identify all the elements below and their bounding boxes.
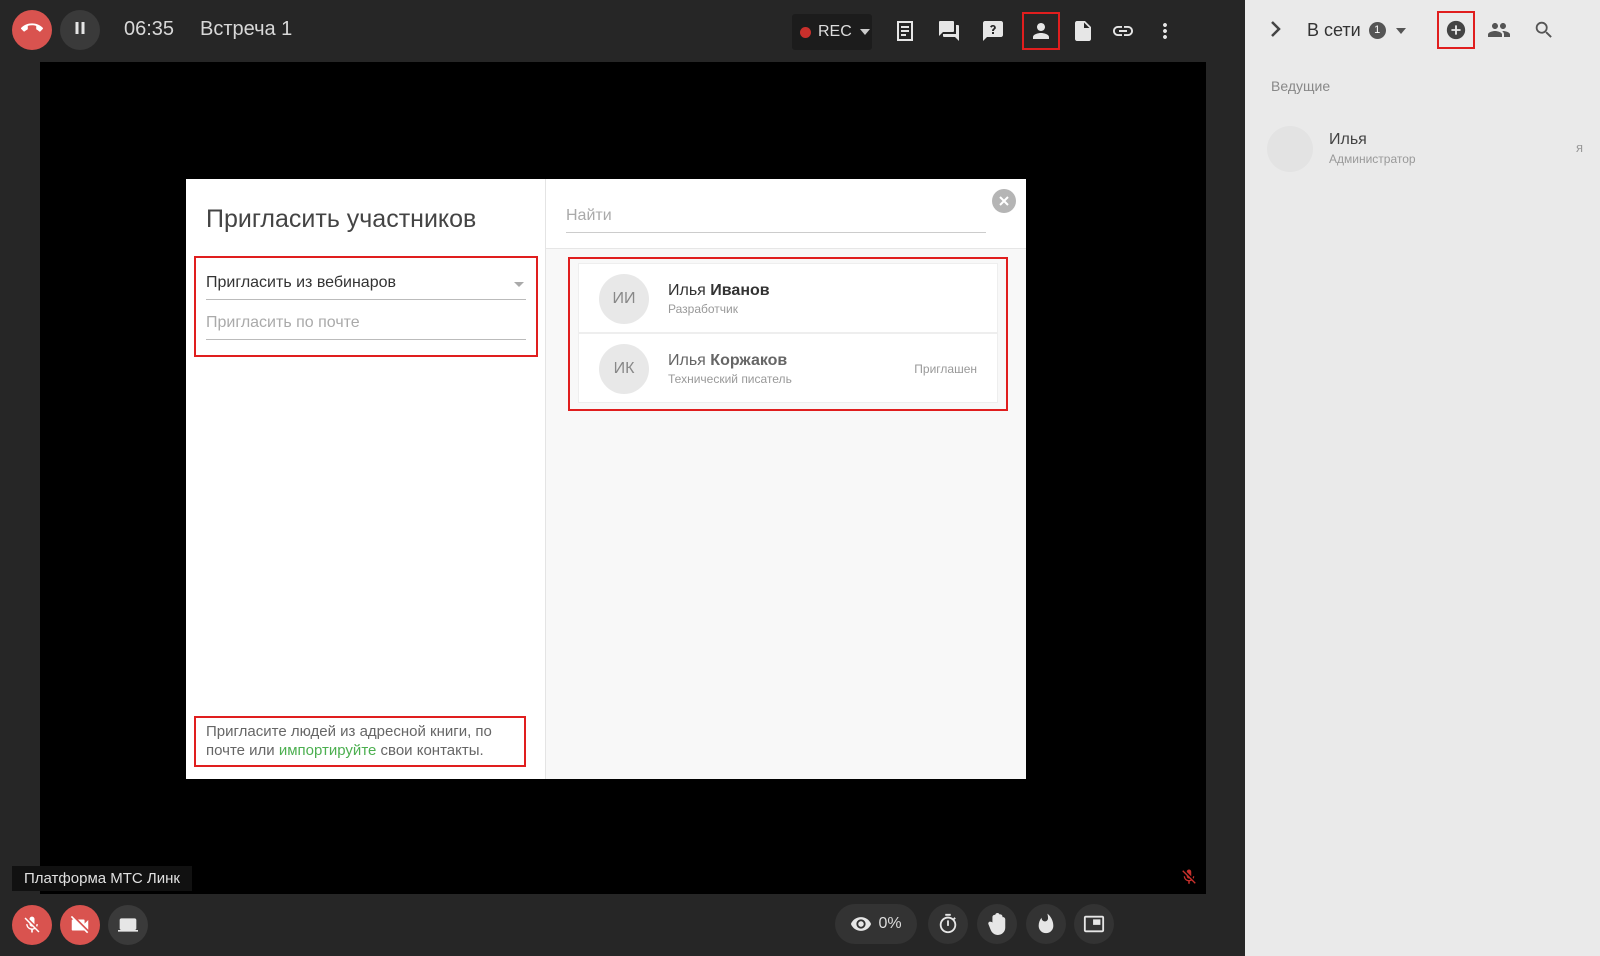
meeting-title: Встреча 1 (200, 18, 293, 40)
questions-button[interactable] (974, 12, 1012, 50)
people-icon (1488, 23, 1510, 37)
timer-button[interactable] (928, 904, 968, 944)
person-icon (1033, 23, 1049, 39)
files-button[interactable] (1064, 12, 1102, 50)
more-menu-button[interactable] (1146, 12, 1184, 50)
eye-icon (851, 917, 872, 931)
chevron-down-icon (859, 29, 870, 35)
import-contacts-link[interactable]: импортируйте (279, 742, 377, 759)
layout-button[interactable] (1074, 904, 1114, 944)
contact-last-name: Коржаков (710, 352, 788, 369)
invite-options-column: Пригласить участников Пригласить из веби… (186, 179, 546, 779)
agenda-button[interactable] (886, 12, 924, 50)
search-placeholder: Найти (566, 207, 612, 224)
question-icon (983, 21, 1003, 41)
plus-circle-icon (1446, 20, 1466, 40)
close-dialog-button[interactable] (992, 189, 1016, 213)
more-vertical-icon (1163, 23, 1167, 39)
muted-mic-icon (1180, 868, 1198, 891)
contact-last-name: Иванов (710, 282, 770, 299)
panel-header: В сети 1 (1245, 0, 1600, 60)
self-marker: я (1575, 140, 1583, 155)
platform-label: Платформа МТС Линк (12, 866, 192, 891)
participants-button[interactable] (1022, 12, 1060, 50)
invite-hint: Пригласите людей из адресной книги, по п… (194, 716, 526, 767)
invite-methods-group: Пригласить из вебинаров Пригласить по по… (194, 256, 538, 357)
chevron-right-icon (1271, 21, 1281, 37)
pause-icon (71, 19, 89, 42)
collapse-panel-button[interactable] (1269, 20, 1283, 43)
dialog-title: Пригласить участников (206, 205, 477, 233)
document-icon (1075, 21, 1091, 41)
camera-toggle[interactable] (60, 905, 100, 945)
contact-name: Илья Коржаков (668, 352, 787, 370)
clipboard-list-icon (897, 21, 913, 41)
list-item[interactable]: ИК Илья Коржаков Технический писатель Пр… (578, 333, 998, 403)
host-name: Илья (1329, 131, 1367, 148)
viewers-counter: 0% (835, 904, 917, 944)
hint-text-end: свои контакты. (376, 742, 484, 759)
chat-icon (939, 21, 959, 41)
groups-button[interactable] (1480, 11, 1518, 49)
contact-name: Илья Иванов (668, 282, 770, 300)
invite-from-webinars-select[interactable]: Пригласить из вебинаров (206, 274, 526, 300)
conference-stage: 06:35 Встреча 1 REC Платформа МТС Линк 0… (0, 0, 1245, 956)
share-link-button[interactable] (1104, 12, 1142, 50)
invited-status: Приглашен (914, 362, 977, 376)
list-item[interactable]: ИИ Илья Иванов Разработчик (578, 263, 998, 333)
avatar (1267, 126, 1313, 172)
avatar: ИК (599, 344, 649, 394)
record-dropdown[interactable]: REC (792, 14, 872, 50)
host-role: Администратор (1329, 152, 1416, 166)
chat-button[interactable] (930, 12, 968, 50)
record-label: REC (818, 23, 852, 40)
raise-hand-button[interactable] (977, 904, 1017, 944)
invite-by-email-input[interactable]: Пригласить по почте (206, 314, 526, 340)
meeting-timer: 06:35 (124, 18, 175, 40)
hosts-section-title: Ведущие (1271, 78, 1331, 94)
contact-first-name: Илья (668, 352, 706, 369)
invite-dialog: Пригласить участников Пригласить из веби… (186, 179, 1026, 779)
flame-icon (1038, 913, 1054, 934)
online-label: В сети (1307, 20, 1361, 40)
record-dot-icon (800, 26, 811, 38)
end-call-button[interactable] (12, 10, 52, 50)
contacts-search-bar: Найти (546, 179, 1026, 249)
contacts-list: ИИ Илья Иванов Разработчик ИК Илья Коржа… (568, 257, 1008, 411)
monitor-icon (118, 918, 138, 932)
add-participant-button[interactable] (1437, 11, 1475, 49)
search-participants-button[interactable] (1525, 11, 1563, 49)
screen-share-button[interactable] (108, 905, 148, 945)
close-icon (999, 196, 1009, 206)
invite-from-webinars-value: Пригласить из вебинаров (206, 274, 396, 291)
top-toolbar: 06:35 Встреча 1 REC (0, 0, 1245, 60)
mic-off-icon (24, 916, 40, 933)
viewers-percent: 0% (878, 915, 902, 932)
contact-first-name: Илья (668, 282, 706, 299)
invite-by-email-placeholder: Пригласить по почте (206, 314, 360, 331)
camera-off-icon (70, 915, 89, 934)
link-icon (1113, 26, 1133, 36)
reactions-button[interactable] (1026, 904, 1066, 944)
search-icon (1535, 21, 1552, 38)
contacts-search-input[interactable]: Найти (566, 207, 986, 233)
avatar: ИИ (599, 274, 649, 324)
stopwatch-icon (939, 913, 957, 934)
host-list-item[interactable]: Илья Администратор я (1267, 126, 1583, 174)
picture-in-picture-icon (1083, 915, 1105, 933)
hand-icon (988, 913, 1006, 935)
contact-role: Разработчик (668, 302, 738, 316)
contacts-column: Найти ИИ Илья Иванов Разработчик ИК Илья… (546, 179, 1026, 779)
microphone-toggle[interactable] (12, 905, 52, 945)
contact-role: Технический писатель (668, 372, 792, 386)
online-filter-dropdown[interactable]: В сети 1 (1307, 20, 1406, 41)
pause-button[interactable] (60, 10, 100, 50)
chevron-down-icon (1395, 27, 1406, 34)
participants-panel: В сети 1 Ведущие Илья Администратор я (1245, 0, 1600, 956)
phone-hangup-icon (21, 17, 43, 44)
online-count-badge: 1 (1368, 22, 1386, 39)
dropdown-arrow-icon (514, 282, 524, 287)
